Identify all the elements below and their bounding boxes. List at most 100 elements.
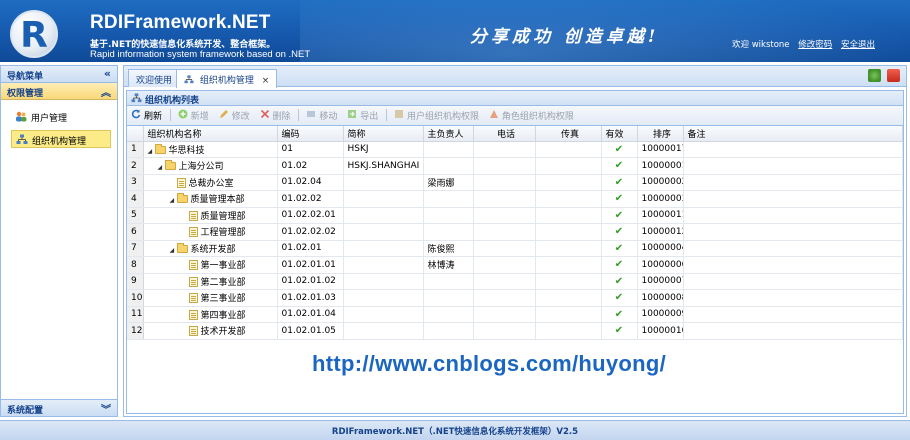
sort-cell: 10000007 — [637, 273, 684, 290]
refresh-button[interactable]: 刷新 — [131, 109, 162, 122]
manager-cell — [423, 223, 474, 241]
row-number: 6 — [127, 223, 144, 241]
table-row[interactable]: 10 第三事业部 01.02.01.03 ✔ 10000008 — [127, 289, 903, 307]
phone-cell — [473, 322, 536, 340]
org-name-label: 总裁办公室 — [188, 178, 234, 189]
accordion-permission[interactable]: 权限管理 ︽ — [1, 83, 117, 100]
refresh-icon — [131, 109, 141, 119]
row-number: 3 — [127, 174, 144, 191]
app-header: R RDIFramework.NET 基于.NET的快速信息化系统开发、整合框架… — [0, 0, 910, 62]
chevron-down-icon[interactable]: ︾ — [101, 401, 111, 416]
expand-toggle-icon[interactable]: ◢ — [170, 197, 177, 204]
sort-cell: 10000010 — [637, 322, 684, 340]
panel-title-bar: 组织机构列表 — [126, 90, 904, 106]
expand-toggle-icon[interactable]: ◢ — [170, 247, 177, 254]
export-icon — [348, 110, 357, 118]
collapse-left-icon[interactable]: « — [104, 67, 111, 80]
sort-cell: 10000003 — [637, 190, 684, 208]
role-org-permission-button[interactable]: 角色组织机构权限 — [489, 109, 574, 122]
short-cell — [343, 223, 424, 241]
phone-cell — [473, 190, 536, 208]
column-header[interactable]: 传真 — [535, 126, 602, 142]
column-header[interactable]: 主负责人 — [423, 126, 474, 142]
accordion-system-config[interactable]: 系统配置 ︾ — [1, 399, 117, 416]
folder-icon — [164, 160, 176, 171]
column-header[interactable]: 组织机构名称 — [143, 126, 278, 142]
add-button[interactable]: 新增 — [178, 109, 209, 122]
table-row[interactable]: 4 ◢ 质量管理本部 01.02.02 ✔ 10000003 — [127, 190, 903, 208]
tab-tools — [865, 69, 900, 85]
column-header[interactable]: 简称 — [343, 126, 424, 142]
column-header[interactable]: 电话 — [473, 126, 536, 142]
org-name-cell: 第三事业部 — [143, 289, 278, 307]
manager-cell: 林博涛 — [423, 256, 474, 274]
move-button[interactable]: 移动 — [306, 109, 337, 122]
manager-cell — [423, 190, 474, 208]
user-org-permission-button[interactable]: 用户组织机构权限 — [394, 109, 479, 122]
short-cell — [343, 174, 424, 191]
row-number: 2 — [127, 157, 144, 175]
document-icon — [188, 326, 198, 337]
manager-cell — [423, 289, 474, 307]
export-button[interactable]: 导出 — [347, 109, 378, 122]
table-row[interactable]: 5 质量管理部 01.02.02.01 ✔ 10000011 — [127, 207, 903, 224]
fax-cell — [535, 306, 602, 323]
column-header[interactable]: 备注 — [683, 126, 903, 142]
logout-link[interactable]: 安全退出 — [841, 40, 875, 50]
org-name-label: 第二事业部 — [200, 277, 246, 288]
table-row[interactable]: 1 ◢ 华思科技 01 HSKJ ✔ 10000017 — [127, 141, 903, 158]
table-row[interactable]: 3 总裁办公室 01.02.04 梁雨娜 ✔ 10000002 — [127, 174, 903, 191]
code-cell: 01.02.01.02 — [277, 273, 344, 290]
sidebar-item-user-management[interactable]: 用户管理 — [11, 108, 111, 126]
table-row[interactable]: 7 ◢ 系统开发部 01.02.01 陈俊熙 ✔ 10000004 — [127, 240, 903, 257]
delete-icon — [260, 109, 269, 119]
column-header[interactable]: 有效 — [601, 126, 638, 142]
short-cell — [343, 256, 424, 274]
org-name-cell: 质量管理部 — [143, 207, 278, 224]
column-header[interactable]: 排序 — [637, 126, 684, 142]
toolbar-separator — [298, 109, 300, 121]
refresh-label: 刷新 — [144, 112, 163, 122]
edit-button[interactable]: 修改 — [219, 109, 250, 122]
expand-toggle-icon[interactable]: ◢ — [148, 148, 155, 155]
table-row[interactable]: 11 第四事业部 01.02.01.04 ✔ 10000009 — [127, 306, 903, 323]
table-row[interactable]: 8 第一事业部 01.02.01.01 林博涛 ✔ 10000006 — [127, 256, 903, 274]
delete-button[interactable]: 删除 — [260, 109, 291, 122]
table-row[interactable]: 12 技术开发部 01.02.01.05 ✔ 10000010 — [127, 322, 903, 340]
chevron-up-icon[interactable]: ︽ — [101, 84, 111, 99]
panel-title: 组织机构列表 — [145, 96, 200, 106]
code-cell: 01.02.02.01 — [277, 207, 344, 224]
valid-check-icon: ✔ — [601, 174, 638, 191]
table-row[interactable]: 2 ◢ 上海分公司 01.02 HSKJ.SHANGHAI ✔ 10000001 — [127, 157, 903, 175]
document-icon — [188, 260, 198, 271]
table-row[interactable]: 9 第二事业部 01.02.01.02 ✔ 10000007 — [127, 273, 903, 290]
phone-cell — [473, 273, 536, 290]
tab-org-management[interactable]: 组织机构管理 × — [176, 69, 278, 88]
accordion-permission-label: 权限管理 — [7, 89, 44, 99]
change-password-link[interactable]: 修改密码 — [798, 40, 832, 50]
sidebar-item-org-management[interactable]: 组织机构管理 — [11, 130, 111, 148]
tab-welcome[interactable]: 欢迎使用 — [128, 69, 181, 87]
refresh-tab-icon[interactable] — [868, 69, 882, 82]
user-perm-label: 用户组织机构权限 — [406, 112, 479, 122]
slogan: 分享成功 创造卓越! — [470, 27, 660, 47]
footer-text: RDIFramework.NET（.NET快速信息化系统开发框架）V2.5 — [331, 427, 579, 437]
phone-cell — [473, 207, 536, 224]
org-name-label: 技术开发部 — [200, 327, 246, 338]
expand-toggle-icon[interactable]: ◢ — [158, 164, 165, 171]
export-label: 导出 — [360, 112, 379, 122]
valid-check-icon: ✔ — [601, 289, 638, 307]
table-row[interactable]: 6 工程管理部 01.02.02.02 ✔ 10000012 — [127, 223, 903, 241]
close-tab-icon[interactable]: × — [262, 76, 270, 86]
edit-label: 修改 — [231, 112, 250, 122]
welcome-text: 欢迎 wikstone — [732, 40, 790, 50]
close-all-icon[interactable] — [887, 69, 900, 82]
manager-cell: 梁雨娜 — [423, 174, 474, 191]
column-header[interactable]: 编码 — [277, 126, 344, 142]
remark-cell — [683, 240, 903, 257]
delete-label: 删除 — [272, 112, 291, 122]
app-logo: R — [10, 10, 58, 58]
document-icon — [188, 210, 198, 221]
role-perm-label: 角色组织机构权限 — [501, 112, 574, 122]
sort-cell: 10000001 — [637, 157, 684, 175]
